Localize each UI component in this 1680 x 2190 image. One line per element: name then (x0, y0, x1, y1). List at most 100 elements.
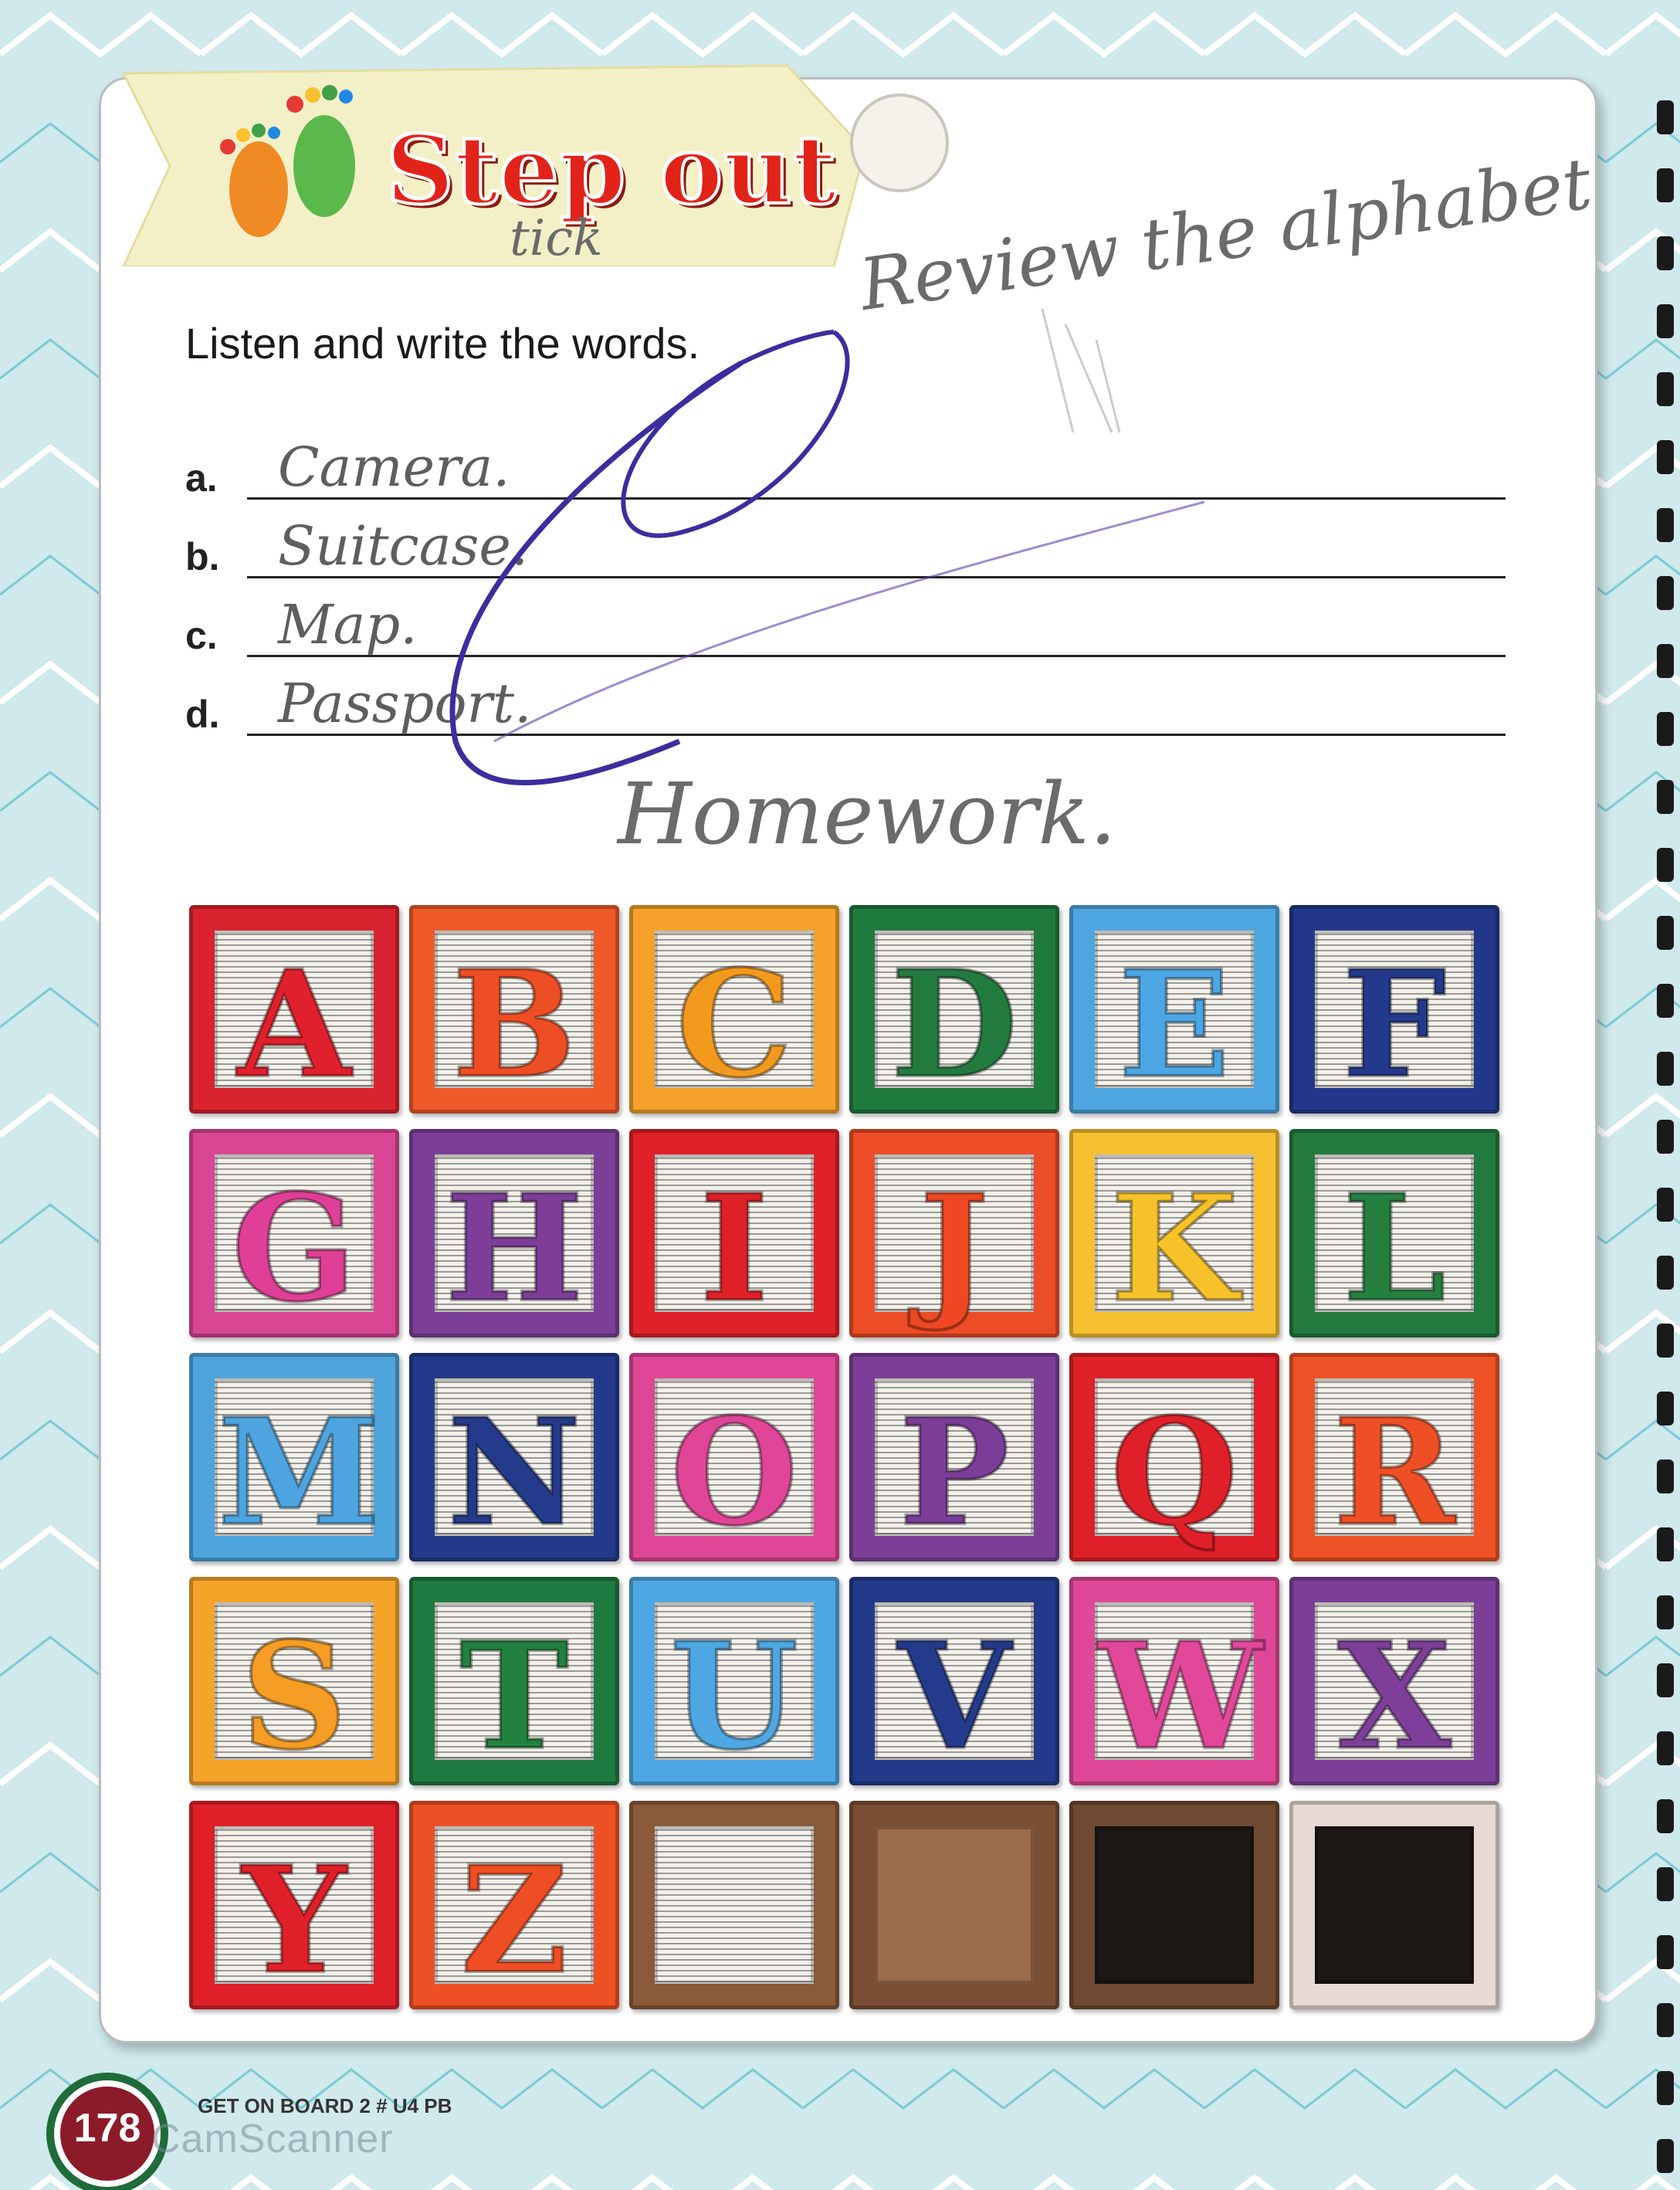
answer-handwriting[interactable]: Map. (278, 593, 417, 656)
answer-row-a: a. Camera. (185, 436, 1506, 508)
binding-hole (1657, 1324, 1674, 1358)
letter-block-h: H (409, 1129, 619, 1337)
binding-hole (1657, 1052, 1674, 1086)
block-letter: V (896, 1610, 1012, 1783)
block-letter: G (230, 1162, 358, 1335)
block-face: A (215, 931, 374, 1111)
block-letter: Z (459, 1834, 570, 2007)
letter-block-o: O (629, 1353, 839, 1561)
letter-block-z: Z (409, 1801, 619, 2009)
answer-handwriting[interactable]: Camera. (278, 436, 510, 499)
letter-block-k: K (1069, 1129, 1279, 1337)
alphabet-block-grid: ABCDEF GHIJKL MNOPQR STUVWX YZ (189, 905, 1525, 2009)
block-face: L (1315, 1154, 1474, 1335)
block-letter: C (674, 938, 794, 1111)
binding-hole (1657, 576, 1674, 610)
handwritten-tick-note: tick (510, 210, 603, 267)
block-letter: S (239, 1610, 348, 1783)
block-face: H (435, 1154, 594, 1335)
letter-block-v: V (849, 1577, 1059, 1785)
block-letter: B (451, 938, 578, 1111)
blank-block (629, 1801, 839, 2009)
block-face: I (655, 1154, 814, 1335)
letter-block-r: R (1289, 1353, 1499, 1561)
binding-hole (1657, 1527, 1674, 1561)
letter-block-e: E (1069, 905, 1279, 1114)
letter-block-y: Y (189, 1801, 399, 2009)
block-letter: N (445, 1386, 583, 1559)
binding-hole (1657, 236, 1674, 270)
block-letter: M (216, 1386, 381, 1559)
binding-hole (1657, 1256, 1674, 1290)
letter-block-a: A (189, 905, 399, 1114)
block-face: M (215, 1378, 381, 1559)
block-face: C (655, 931, 814, 1111)
block-face: R (1315, 1378, 1474, 1559)
book-reference: GET ON BOARD 2 # U4 PB (198, 2094, 452, 2117)
binding-hole (1657, 2003, 1674, 2037)
section-title: Step out (384, 113, 838, 227)
answer-handwriting[interactable]: Passport. (278, 672, 531, 735)
block-letter: O (669, 1386, 800, 1559)
blank-block (1069, 1801, 1279, 2009)
letter-block-q: Q (1069, 1353, 1279, 1561)
block-letter: Q (1109, 1386, 1240, 1559)
block-letter: Y (240, 1834, 348, 2007)
block-face: S (215, 1602, 374, 1783)
answer-handwriting[interactable]: Suitcase. (278, 514, 528, 578)
binding-hole (1657, 644, 1674, 678)
letter-block-s: S (189, 1577, 399, 1785)
block-letter: U (669, 1610, 800, 1783)
binding-hole (1657, 1459, 1674, 1493)
binding-hole (1657, 1731, 1674, 1765)
letter-block-c: C (629, 905, 839, 1114)
block-face: G (215, 1154, 374, 1335)
binding-hole (1657, 848, 1674, 882)
block-face: N (435, 1378, 594, 1559)
binding-hole (1657, 1799, 1674, 1833)
block-face: X (1315, 1602, 1474, 1783)
binding-hole (1657, 1663, 1674, 1697)
block-letter: I (699, 1162, 771, 1335)
block-face: B (435, 931, 594, 1111)
answer-label: a. (185, 456, 218, 500)
letter-block-i: I (629, 1129, 839, 1337)
page-number-badge: 178 (54, 2080, 161, 2187)
block-face: T (435, 1602, 594, 1783)
block-letter: A (235, 938, 352, 1111)
block-face (875, 1826, 1034, 1984)
binding-hole (1657, 1867, 1674, 1901)
spiral-binding (1657, 100, 1674, 2173)
block-face: Z (435, 1826, 594, 2007)
block-face: Q (1095, 1378, 1254, 1559)
letter-block-m: M (189, 1353, 399, 1561)
block-letter: H (443, 1162, 585, 1335)
block-letter: D (889, 938, 1020, 1111)
binding-hole (1657, 2139, 1674, 2173)
block-face: Y (215, 1826, 374, 2007)
letter-block-u: U (629, 1577, 839, 1785)
block-face: V (875, 1602, 1034, 1783)
blank-block (1289, 1801, 1499, 2009)
letter-block-d: D (849, 905, 1059, 1114)
letter-block-l: L (1289, 1129, 1499, 1337)
page-number: 178 (73, 2106, 141, 2151)
block-letter: J (918, 1162, 991, 1335)
block-letter: E (1117, 938, 1232, 1111)
answer-label: b. (185, 535, 220, 578)
letter-block-w: W (1069, 1577, 1279, 1785)
block-letter: L (1341, 1162, 1448, 1335)
block-letter: P (898, 1386, 1011, 1559)
binding-hole (1657, 168, 1674, 202)
block-letter: W (1096, 1610, 1264, 1783)
answer-row-d: d. Passport. (185, 672, 1506, 744)
answer-line (247, 655, 1506, 657)
letter-block-f: F (1289, 905, 1499, 1114)
binding-hole (1657, 372, 1674, 406)
blank-block (849, 1801, 1059, 2009)
block-face (1315, 1826, 1474, 1984)
scanner-watermark: CamScanner (151, 2117, 394, 2161)
binding-hole (1657, 712, 1674, 746)
block-face: J (875, 1154, 1034, 1335)
binding-hole (1657, 1188, 1674, 1222)
